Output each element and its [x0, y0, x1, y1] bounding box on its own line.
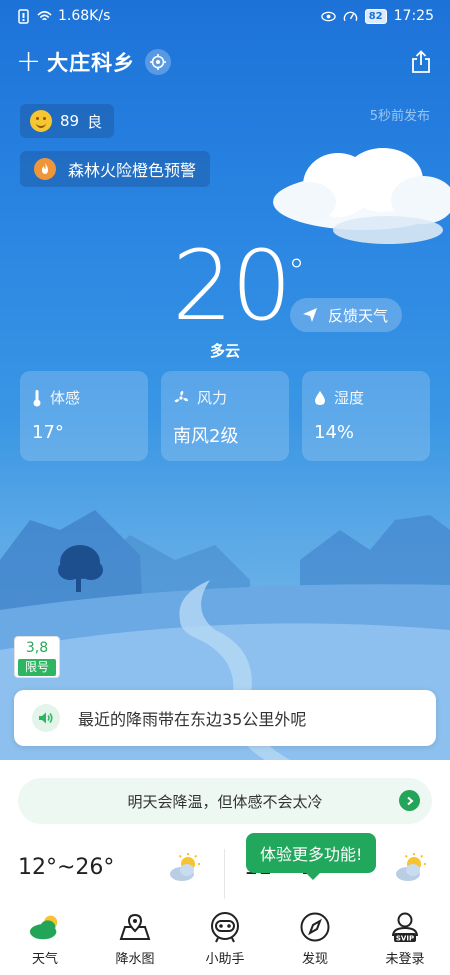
- current-temperature: 20: [172, 230, 292, 342]
- status-bar: 1.68K/s 82 17:25: [0, 0, 450, 32]
- divider: [224, 849, 225, 899]
- card-title: 湿度: [334, 389, 365, 407]
- speedometer-icon: [343, 11, 357, 21]
- fire-icon: [34, 158, 56, 180]
- chevron-right-icon[interactable]: [399, 790, 420, 811]
- compass-icon: [300, 912, 330, 942]
- location-target-icon: [150, 54, 167, 70]
- tab-label: 发现: [301, 952, 328, 967]
- sim-card-icon: [18, 8, 29, 24]
- weather-icon: [29, 915, 58, 940]
- feature-tooltip[interactable]: 体验更多功能!: [246, 833, 377, 880]
- wifi-icon: [37, 10, 52, 20]
- warning-text: 森林火险橙色预警: [68, 161, 197, 180]
- air-quality-badge[interactable]: 89 良: [20, 104, 115, 138]
- traffic-limit-badge[interactable]: 3,8 限号: [14, 636, 60, 678]
- tab-assistant[interactable]: 小助手: [180, 900, 270, 975]
- rain-notice-text: 最近的降雨带在东边35公里外呢: [78, 710, 307, 729]
- tomorrow-notice-bar[interactable]: 明天会降温，但体感不会太冷: [18, 778, 432, 824]
- today-temperature-range: 12°~26°: [18, 855, 115, 880]
- bottom-tab-bar: 天气 降水图 小助手 发现 SVIP 未登录: [0, 900, 450, 975]
- assistant-icon: [211, 912, 239, 943]
- network-speed: 1.68K/s: [58, 8, 111, 24]
- forest-fire-warning-badge[interactable]: 森林火险橙色预警: [20, 151, 211, 187]
- tab-label: 小助手: [205, 952, 245, 967]
- header: + 大庄科乡: [16, 44, 434, 80]
- limit-numbers: 3,8: [25, 640, 49, 656]
- aqi-level: 良: [87, 112, 103, 131]
- feels-like-card[interactable]: 体感 17°: [20, 371, 148, 461]
- feedback-weather-button[interactable]: 反馈天气: [290, 298, 403, 332]
- limit-label: 限号: [18, 659, 56, 676]
- publish-time: 5秒前发布: [369, 109, 430, 124]
- clock: 17:25: [393, 8, 434, 24]
- forecast-row: 12°~26° 11°~2: [0, 845, 450, 900]
- partly-cloudy-icon: [396, 853, 426, 881]
- weather-detail-cards: 体感 17° 风力 南风2级 湿度 14%: [20, 371, 430, 461]
- tab-weather[interactable]: 天气: [0, 900, 90, 975]
- eye-icon: [321, 11, 336, 21]
- fan-icon: [174, 390, 188, 402]
- aqi-value: 89: [60, 112, 80, 130]
- card-value: 南风2级: [173, 426, 239, 447]
- tab-label: 降水图: [115, 952, 155, 967]
- card-value: 14%: [314, 422, 355, 443]
- card-title: 体感: [50, 389, 81, 407]
- degree-symbol: °: [288, 252, 305, 292]
- rain-notice-bar[interactable]: 最近的降雨带在东边35公里外呢: [14, 690, 436, 746]
- map-pin-icon: [119, 913, 151, 940]
- speaker-icon: [32, 704, 60, 732]
- tab-account[interactable]: SVIP 未登录: [360, 900, 450, 975]
- share-icon: [412, 50, 430, 73]
- battery-indicator: 82: [364, 8, 387, 24]
- user-svip-icon: SVIP: [392, 912, 418, 943]
- wind-card[interactable]: 风力 南风2级: [161, 371, 289, 461]
- tab-discover[interactable]: 发现: [270, 900, 360, 975]
- cloud-illustration: [273, 148, 450, 244]
- water-drop-icon: [315, 390, 325, 405]
- tab-precipitation-map[interactable]: 降水图: [90, 900, 180, 975]
- feedback-label: 反馈天气: [328, 306, 389, 325]
- city-name[interactable]: 大庄科乡: [47, 47, 135, 77]
- share-button[interactable]: [408, 49, 434, 75]
- card-value: 17°: [32, 422, 64, 443]
- tab-label: 未登录: [385, 952, 425, 967]
- svg-text:SVIP: SVIP: [396, 935, 414, 943]
- humidity-card[interactable]: 湿度 14%: [302, 371, 430, 461]
- card-title: 风力: [197, 389, 228, 407]
- send-arrow-icon: [303, 308, 317, 322]
- partly-cloudy-icon: [170, 853, 200, 881]
- smiley-face-icon: [30, 110, 52, 132]
- locate-button[interactable]: [145, 49, 172, 75]
- tab-label: 天气: [31, 952, 58, 967]
- tomorrow-notice-text: 明天会降温，但体感不会太冷: [127, 792, 323, 811]
- add-city-button[interactable]: +: [16, 47, 41, 77]
- thermometer-icon: [33, 389, 41, 406]
- weather-condition: 多云: [210, 342, 241, 360]
